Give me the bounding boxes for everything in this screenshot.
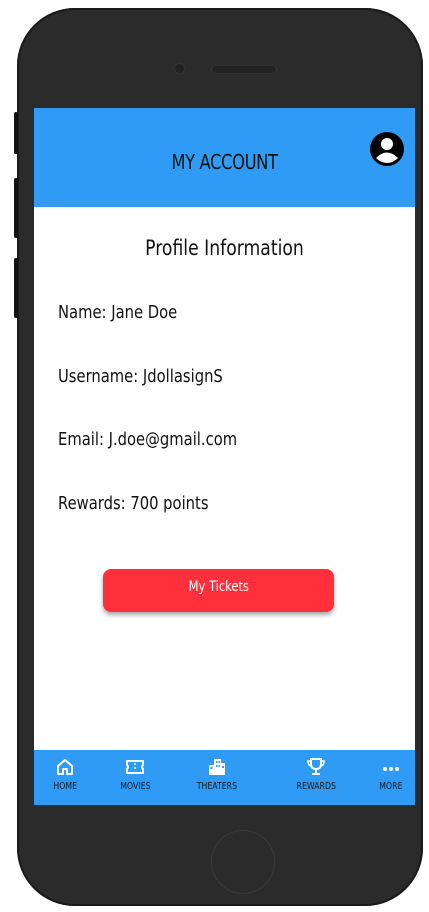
volume-down-button	[14, 258, 18, 318]
buildings-icon	[209, 759, 225, 775]
volume-up-button	[14, 178, 18, 238]
nav-item-theaters[interactable]: THEATERS	[187, 750, 247, 805]
nav-item-more[interactable]: MORE	[371, 750, 411, 805]
rewards-field: Rewards: 700 points	[58, 493, 209, 514]
nav-label-home: HOME	[53, 781, 77, 792]
nav-label-movies: MOVIES	[119, 781, 151, 792]
app-screen: MY ACCOUNT Profile Information Name: Jan…	[34, 108, 415, 805]
my-tickets-label: My Tickets	[188, 578, 249, 595]
trophy-icon	[307, 758, 325, 775]
mute-switch	[14, 112, 18, 154]
bottom-nav: HOME MOVIES THEATERS REWARDS MORE	[34, 750, 415, 805]
speaker	[212, 66, 276, 73]
nav-item-home[interactable]: HOME	[46, 750, 84, 805]
nav-label-theaters: THEATERS	[196, 781, 238, 792]
nav-item-rewards[interactable]: REWARDS	[286, 750, 346, 805]
home-button[interactable]	[211, 830, 275, 894]
nav-label-more: MORE	[379, 781, 403, 792]
more-icon	[383, 767, 399, 771]
username-field: Username: JdollasignS	[58, 366, 223, 387]
page-title: MY ACCOUNT	[171, 150, 278, 174]
nav-item-movies[interactable]: MOVIES	[110, 750, 160, 805]
app-header: MY ACCOUNT	[34, 108, 415, 207]
camera	[175, 64, 184, 73]
section-title: Profile Information	[145, 236, 304, 260]
name-field: Name: Jane Doe	[58, 302, 178, 323]
nav-label-rewards: REWARDS	[296, 781, 336, 792]
profile-icon[interactable]	[369, 131, 405, 167]
ticket-icon	[126, 760, 144, 774]
home-icon	[57, 759, 73, 775]
my-tickets-button[interactable]: My Tickets	[103, 569, 334, 612]
email-field: Email: J.doe@gmail.com	[58, 429, 238, 450]
